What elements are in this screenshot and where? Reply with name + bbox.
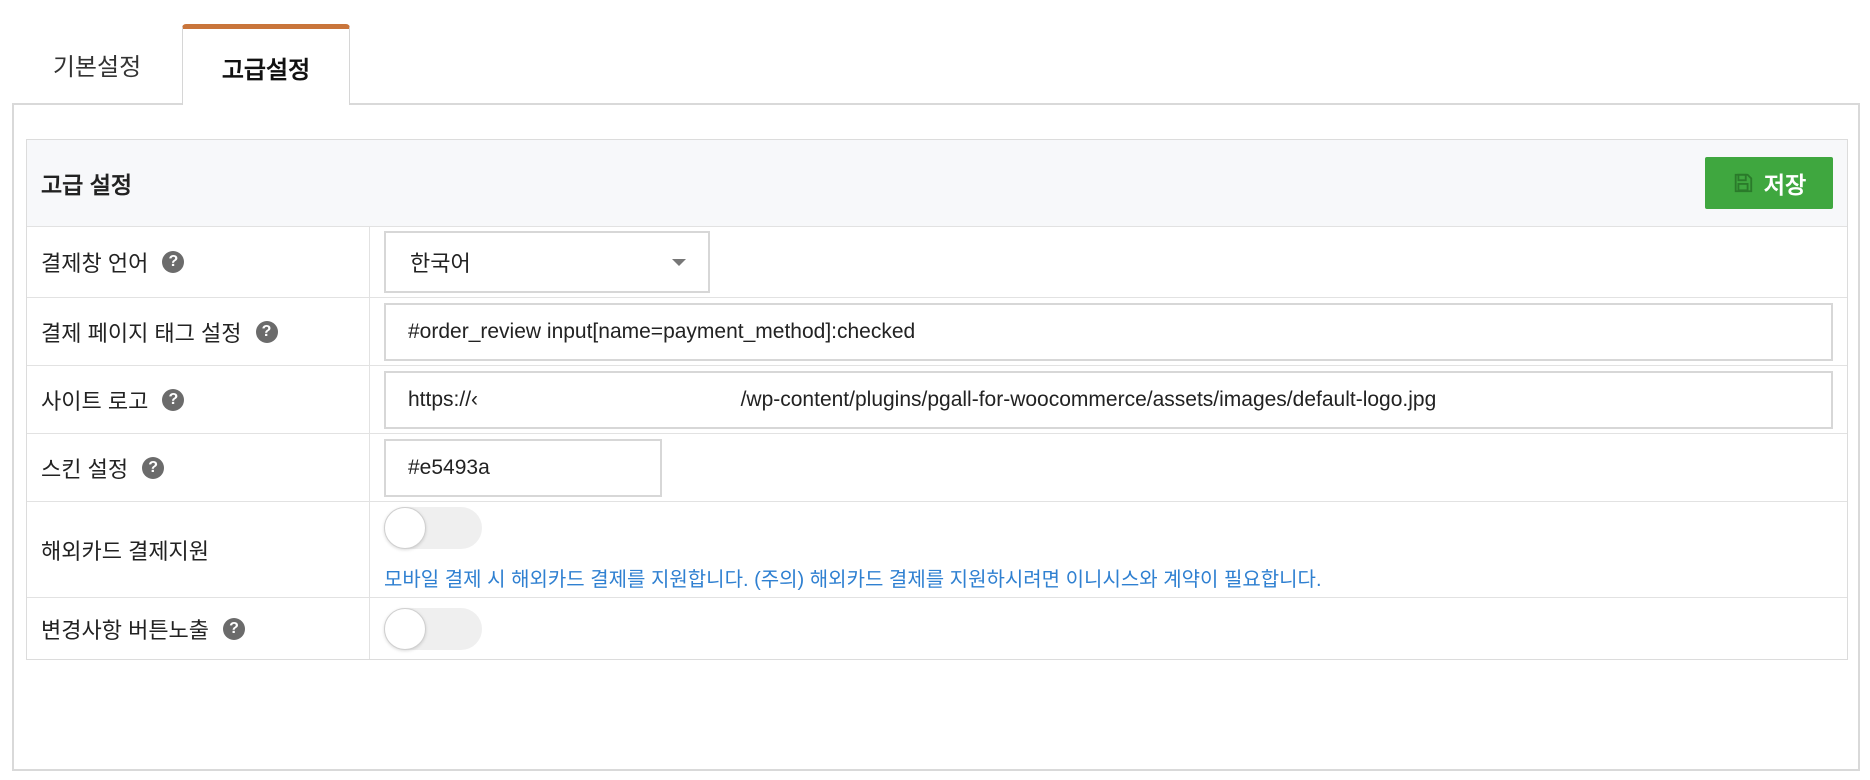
row-label: 스킨 설정 ? xyxy=(27,434,370,501)
question-circle-icon[interactable]: ? xyxy=(162,251,185,273)
row-value xyxy=(370,366,1847,433)
overseas-card-label: 해외카드 결제지원 xyxy=(41,538,210,564)
settings-panel: 고급 설정 저장 결제창 언어 ? 한국어 결제 페이지 태그 설정 ? #or… xyxy=(12,103,1860,771)
question-circle-icon[interactable]: ? xyxy=(162,388,185,411)
row-site-logo: 사이트 로고 ? xyxy=(27,365,1847,433)
overseas-card-toggle[interactable] xyxy=(384,507,482,549)
save-button-label: 저장 xyxy=(1763,172,1807,198)
question-circle-icon[interactable]: ? xyxy=(142,456,165,479)
language-select[interactable]: 한국어 xyxy=(384,231,710,293)
save-button[interactable]: 저장 xyxy=(1705,157,1833,209)
site-logo-input[interactable] xyxy=(384,370,1833,429)
overseas-card-note: 모바일 결제 시 해외카드 결제를 지원합니다. (주의) 해외카드 결제를 지… xyxy=(384,569,1322,591)
payment-page-tag-input[interactable] xyxy=(384,302,1833,361)
section-header: 고급 설정 저장 xyxy=(27,140,1847,226)
row-value xyxy=(370,298,1847,365)
row-label: 변경사항 버튼노출 ? xyxy=(27,598,370,659)
change-button-label: 변경사항 버튼노출 xyxy=(41,617,210,643)
tab-advanced-settings[interactable]: 고급설정 xyxy=(182,24,350,105)
change-button-toggle[interactable] xyxy=(384,607,482,650)
row-overseas-card: 해외카드 결제지원 모바일 결제 시 해외카드 결제를 지원합니다. (주의) … xyxy=(27,501,1847,597)
toggle-knob xyxy=(384,607,426,650)
tab-bar: 기본설정 고급설정 xyxy=(12,0,1860,105)
section-title: 고급 설정 xyxy=(41,172,133,198)
site-logo-label: 사이트 로고 xyxy=(41,388,149,414)
row-change-button: 변경사항 버튼노출 ? xyxy=(27,597,1847,659)
skin-setting-label: 스킨 설정 xyxy=(41,456,129,482)
chevron-down-icon xyxy=(672,258,686,266)
question-circle-icon[interactable]: ? xyxy=(223,617,246,640)
payment-language-label: 결제창 언어 xyxy=(41,251,149,276)
row-value xyxy=(370,434,1847,501)
settings-table: 고급 설정 저장 결제창 언어 ? 한국어 결제 페이지 태그 설정 ? #or… xyxy=(26,139,1848,660)
toggle-knob xyxy=(384,507,426,549)
row-value: 한국어 xyxy=(370,227,1847,297)
payment-page-tag-label: 결제 페이지 태그 설정 xyxy=(41,320,242,346)
row-payment-page-tag: 결제 페이지 태그 설정 ? xyxy=(27,297,1847,365)
skin-color-input[interactable] xyxy=(384,438,662,497)
row-value xyxy=(370,598,1847,659)
row-payment-language: 결제창 언어 ? 한국어 xyxy=(27,226,1847,297)
tab-basic-settings[interactable]: 기본설정 xyxy=(12,24,182,104)
row-label: 결제창 언어 ? xyxy=(27,227,370,297)
floppy-disk-icon xyxy=(1734,173,1752,193)
language-selected-value: 한국어 xyxy=(410,251,471,276)
row-value: 모바일 결제 시 해외카드 결제를 지원합니다. (주의) 해외카드 결제를 지… xyxy=(370,502,1847,597)
row-skin-setting: 스킨 설정 ? xyxy=(27,433,1847,501)
row-label: 사이트 로고 ? xyxy=(27,366,370,433)
question-circle-icon[interactable]: ? xyxy=(255,320,278,343)
row-label: 해외카드 결제지원 xyxy=(27,502,370,597)
row-label: 결제 페이지 태그 설정 ? xyxy=(27,298,370,365)
